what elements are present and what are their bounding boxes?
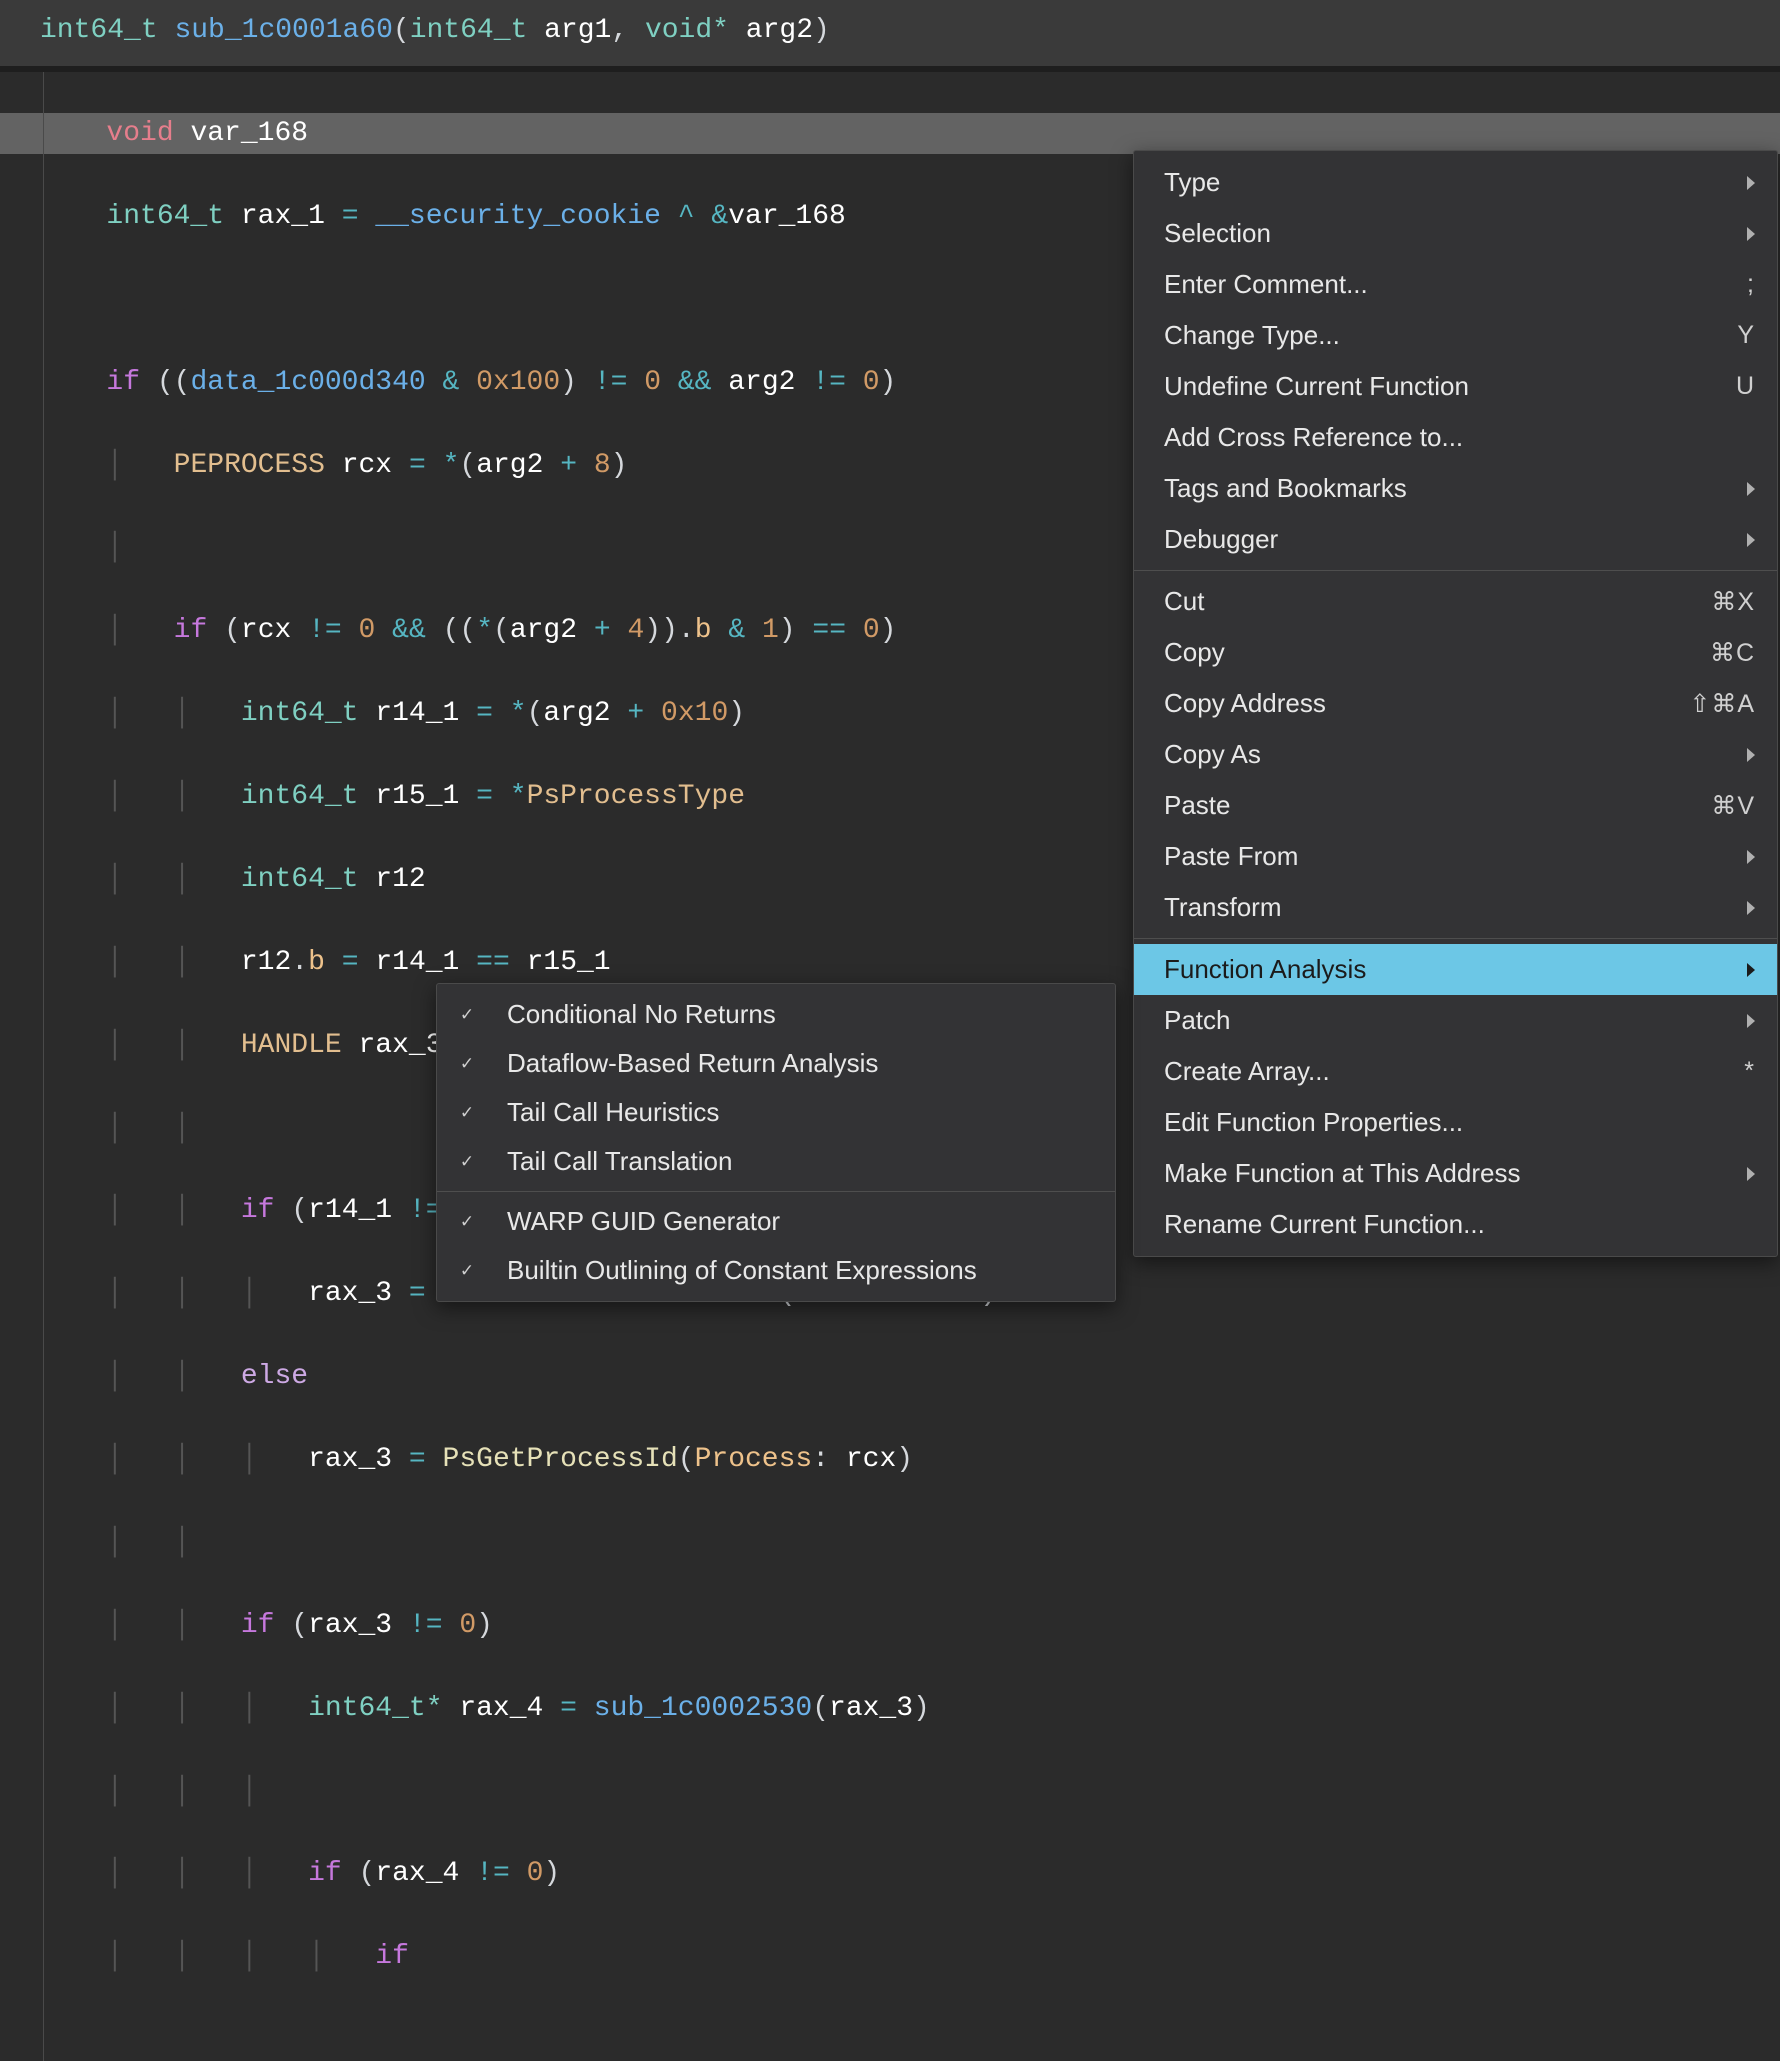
code-line[interactable]: │ │ │ if (rax_4 != 0): [56, 1853, 1780, 1894]
menu-item-label: Type: [1164, 167, 1727, 198]
menu-item-label: Paste: [1164, 790, 1691, 821]
menu-item-edit-function-properties[interactable]: Edit Function Properties...: [1134, 1097, 1777, 1148]
menu-shortcut: ⇧⌘A: [1689, 689, 1755, 719]
menu-shortcut: *: [1744, 1057, 1755, 1086]
submenu-item-label: Dataflow-Based Return Analysis: [507, 1048, 1093, 1079]
menu-item-selection[interactable]: Selection: [1134, 208, 1777, 259]
menu-item-function-analysis[interactable]: Function Analysis: [1134, 944, 1777, 995]
submenu-item-warp-guid-generator[interactable]: ✓ WARP GUID Generator: [437, 1197, 1115, 1246]
submenu-item-tail-call-translation[interactable]: ✓ Tail Call Translation: [437, 1137, 1115, 1186]
submenu-arrow-icon: [1747, 963, 1755, 977]
menu-item-label: Create Array...: [1164, 1056, 1724, 1087]
menu-item-label: Tags and Bookmarks: [1164, 473, 1727, 504]
menu-item-debugger[interactable]: Debugger: [1134, 514, 1777, 565]
context-menu[interactable]: TypeSelectionEnter Comment...;Change Typ…: [1133, 150, 1778, 1257]
menu-shortcut: ⌘C: [1710, 638, 1755, 668]
menu-item-paste[interactable]: Paste ⌘V: [1134, 780, 1777, 831]
menu-item-label: Paste From: [1164, 841, 1727, 872]
menu-item-change-type[interactable]: Change Type... Y: [1134, 310, 1777, 361]
submenu-arrow-icon: [1747, 748, 1755, 762]
submenu-arrow-icon: [1747, 533, 1755, 547]
menu-item-tags-and-bookmarks[interactable]: Tags and Bookmarks: [1134, 463, 1777, 514]
menu-item-undefine-current-function[interactable]: Undefine Current Function U: [1134, 361, 1777, 412]
menu-item-make-function-at-this-address[interactable]: Make Function at This Address: [1134, 1148, 1777, 1199]
menu-item-label: Copy: [1164, 637, 1690, 668]
submenu-arrow-icon: [1747, 1167, 1755, 1181]
menu-separator: [437, 1191, 1115, 1192]
menu-item-label: Add Cross Reference to...: [1164, 422, 1755, 453]
menu-item-label: Selection: [1164, 218, 1727, 249]
submenu-arrow-icon: [1747, 176, 1755, 190]
code-line[interactable]: │ │ else: [56, 1356, 1780, 1397]
submenu-arrow-icon: [1747, 1014, 1755, 1028]
menu-item-label: Copy Address: [1164, 688, 1669, 719]
submenu-arrow-icon: [1747, 482, 1755, 496]
menu-item-label: Edit Function Properties...: [1164, 1107, 1755, 1138]
menu-item-enter-comment[interactable]: Enter Comment...;: [1134, 259, 1777, 310]
check-icon: ✓: [457, 1212, 477, 1232]
menu-item-label: Change Type...: [1164, 320, 1717, 351]
submenu-item-tail-call-heuristics[interactable]: ✓ Tail Call Heuristics: [437, 1088, 1115, 1137]
menu-item-copy-address[interactable]: Copy Address ⇧⌘A: [1134, 678, 1777, 729]
menu-item-label: Debugger: [1164, 524, 1727, 555]
menu-item-label: Transform: [1164, 892, 1727, 923]
submenu-item-builtin-outlining-of-constant-expressions[interactable]: ✓ Builtin Outlining of Constant Expressio…: [437, 1246, 1115, 1295]
submenu-item-label: Tail Call Translation: [507, 1146, 1093, 1177]
function-name[interactable]: sub_1c0001a60: [174, 15, 392, 46]
menu-separator: [1134, 938, 1777, 939]
menu-separator: [1134, 570, 1777, 571]
menu-item-create-array[interactable]: Create Array... *: [1134, 1046, 1777, 1097]
menu-shortcut: U: [1736, 372, 1755, 401]
check-icon: ✓: [457, 1152, 477, 1172]
submenu-item-conditional-no-returns[interactable]: ✓ Conditional No Returns: [437, 990, 1115, 1039]
submenu-item-label: WARP GUID Generator: [507, 1206, 1093, 1237]
return-type: int64_t: [40, 15, 158, 46]
submenu-item-dataflow-based-return-analysis[interactable]: ✓ Dataflow-Based Return Analysis: [437, 1039, 1115, 1088]
submenu-arrow-icon: [1747, 850, 1755, 864]
submenu-item-label: Builtin Outlining of Constant Expression…: [507, 1255, 1093, 1286]
menu-item-label: Copy As: [1164, 739, 1727, 770]
menu-item-label: Undefine Current Function: [1164, 371, 1716, 402]
gutter: [0, 72, 44, 2061]
code-line[interactable]: │ │ │ int64_t* rax_4 = sub_1c0002530(rax…: [56, 1688, 1780, 1729]
menu-item-type[interactable]: Type: [1134, 157, 1777, 208]
submenu-item-label: Tail Call Heuristics: [507, 1097, 1093, 1128]
menu-shortcut: ⌘V: [1711, 791, 1755, 821]
check-icon: ✓: [457, 1261, 477, 1281]
menu-item-label: Cut: [1164, 586, 1691, 617]
menu-item-paste-from[interactable]: Paste From: [1134, 831, 1777, 882]
menu-item-add-cross-reference-to[interactable]: Add Cross Reference to...: [1134, 412, 1777, 463]
menu-item-label: Enter Comment...: [1164, 269, 1727, 300]
submenu-item-label: Conditional No Returns: [507, 999, 1093, 1030]
menu-item-patch[interactable]: Patch: [1134, 995, 1777, 1046]
check-icon: ✓: [457, 1005, 477, 1025]
function-analysis-submenu[interactable]: ✓ Conditional No Returns ✓ Dataflow-Based R…: [436, 983, 1116, 1302]
menu-item-transform[interactable]: Transform: [1134, 882, 1777, 933]
submenu-arrow-icon: [1747, 901, 1755, 915]
menu-item-copy-as[interactable]: Copy As: [1134, 729, 1777, 780]
check-icon: ✓: [457, 1103, 477, 1123]
menu-item-rename-current-function[interactable]: Rename Current Function...: [1134, 1199, 1777, 1250]
submenu-arrow-icon: [1747, 227, 1755, 241]
menu-shortcut: ⌘X: [1711, 587, 1755, 617]
function-signature-bar: int64_t sub_1c0001a60(int64_t arg1, void…: [0, 0, 1780, 66]
code-line[interactable]: void var_168: [0, 113, 1780, 154]
menu-item-label: Function Analysis: [1164, 954, 1727, 985]
menu-item-label: Rename Current Function...: [1164, 1209, 1755, 1240]
menu-shortcut: Y: [1737, 321, 1755, 350]
menu-item-copy[interactable]: Copy ⌘C: [1134, 627, 1777, 678]
menu-item-cut[interactable]: Cut ⌘X: [1134, 576, 1777, 627]
code-line[interactable]: │ │ if (rax_3 != 0): [56, 1605, 1780, 1646]
menu-shortcut: ;: [1747, 270, 1755, 299]
check-icon: ✓: [457, 1054, 477, 1074]
menu-item-label: Patch: [1164, 1005, 1727, 1036]
code-line[interactable]: │ │ │ rax_3 = PsGetProcessId(Process: rc…: [56, 1439, 1780, 1480]
menu-item-label: Make Function at This Address: [1164, 1158, 1727, 1189]
code-line[interactable]: │ │ │ │ if: [56, 1936, 1780, 1977]
